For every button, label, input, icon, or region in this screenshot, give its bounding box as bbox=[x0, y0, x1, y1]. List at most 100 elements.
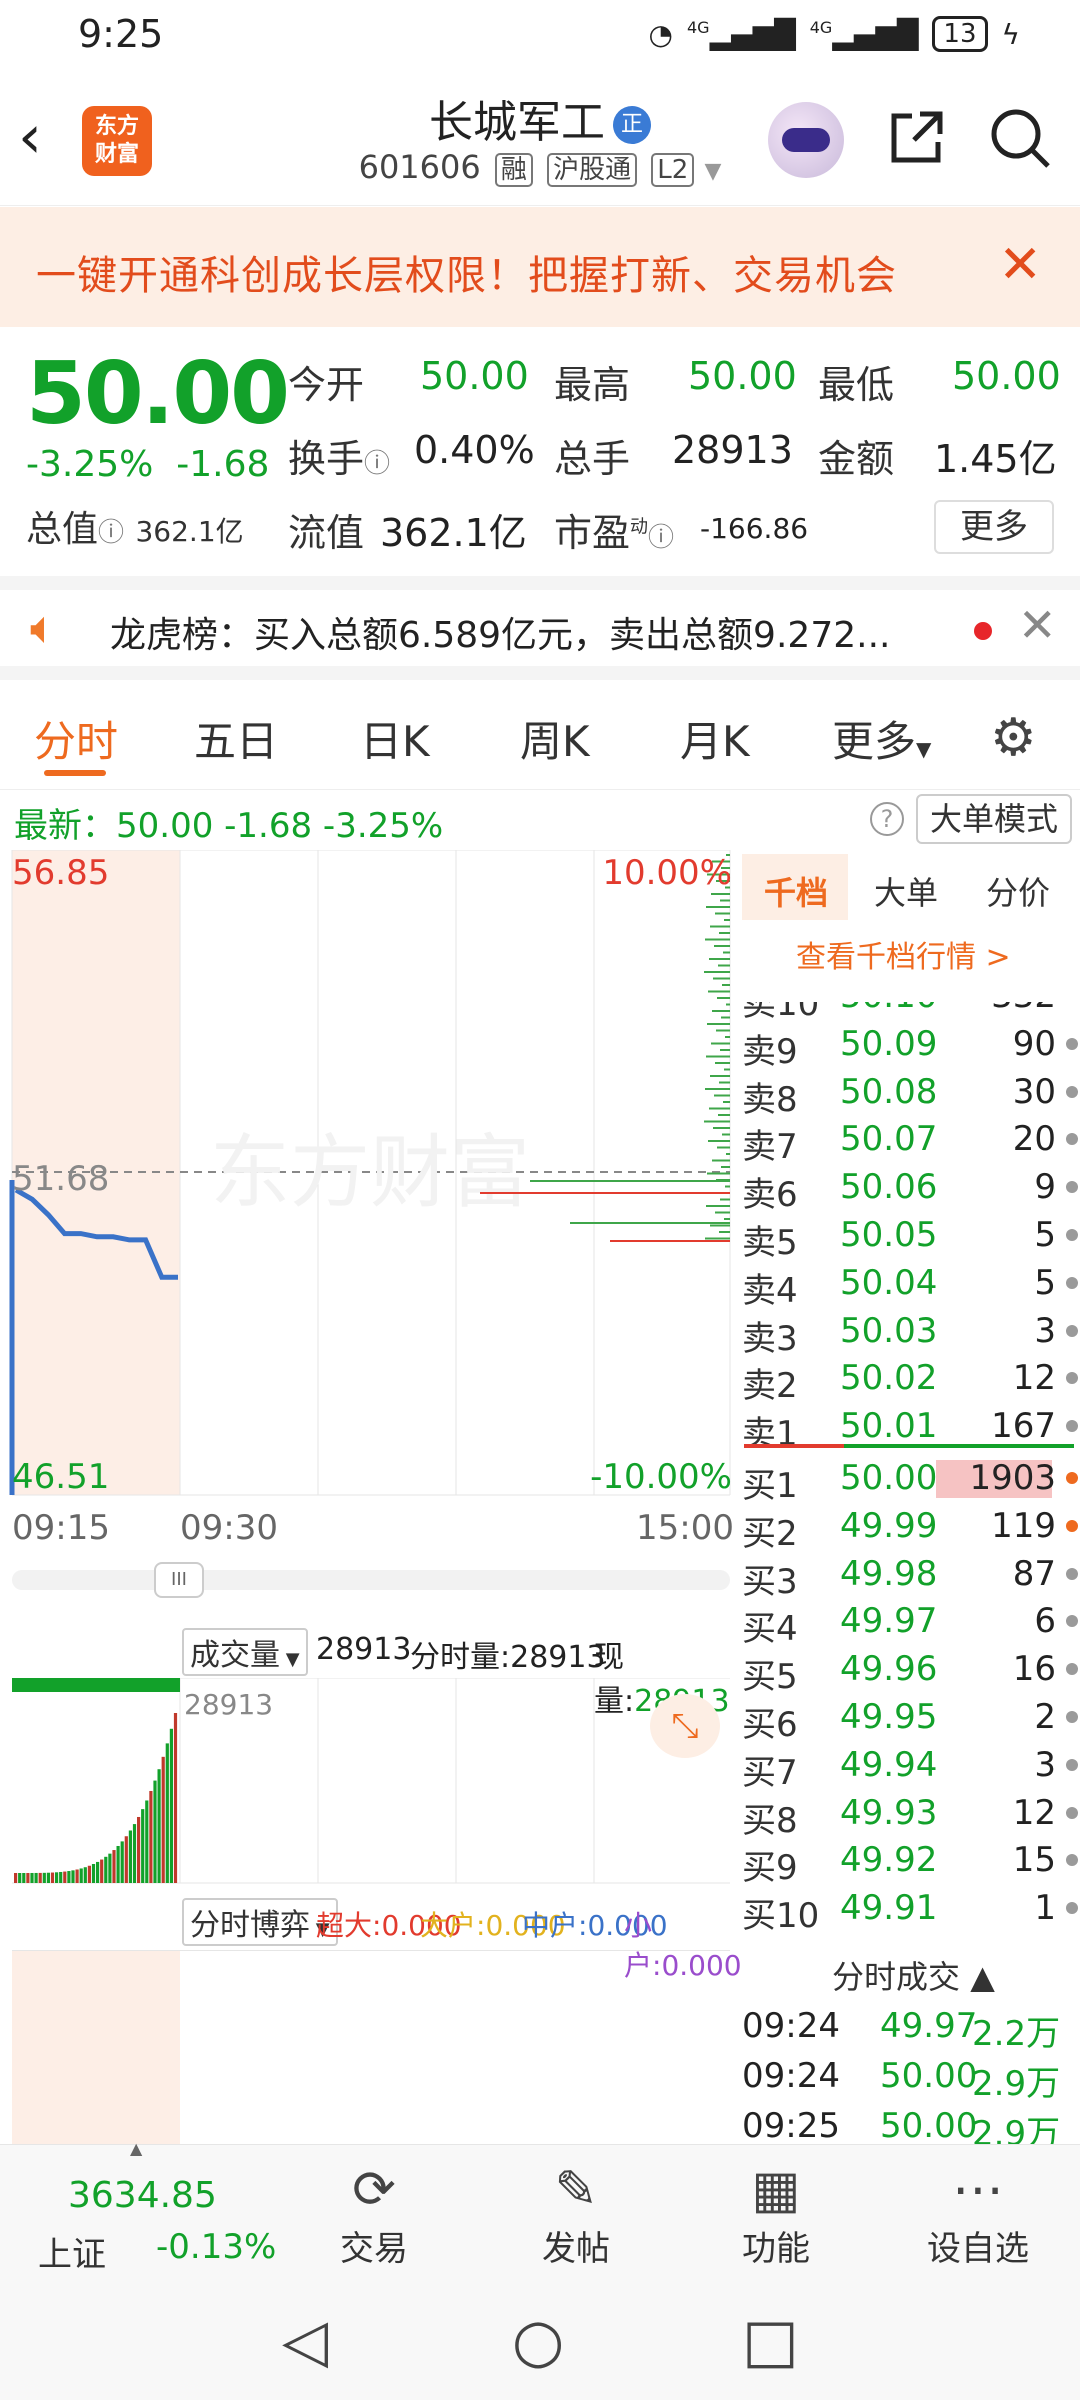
nav-trade[interactable]: ⟳ 交易 bbox=[314, 2159, 434, 2270]
volume-bar bbox=[120, 1841, 124, 1883]
signal-icon-2: 4G▂▄▆█ bbox=[809, 17, 919, 51]
close-icon[interactable]: ✕ bbox=[1018, 598, 1057, 652]
tab-monthly-k[interactable]: 月K bbox=[680, 708, 750, 769]
status-dot bbox=[1066, 1663, 1078, 1676]
ask-row[interactable]: 卖8 50.08 30 bbox=[740, 1072, 1080, 1120]
depth-bar bbox=[721, 1166, 730, 1168]
ask-volume: 20 bbox=[1012, 1119, 1056, 1160]
expand-icon[interactable]: ⤡ bbox=[650, 1694, 720, 1758]
ask-volume: 9 bbox=[1034, 1167, 1056, 1208]
volume-selector[interactable]: 成交量 ▼ bbox=[182, 1628, 308, 1676]
ask-label: 卖10 bbox=[742, 984, 820, 1024]
price-change: -3.25% -1.68 bbox=[26, 444, 270, 485]
close-icon[interactable]: ✕ bbox=[998, 235, 1042, 295]
tab-weekly-k[interactable]: 周K bbox=[520, 708, 590, 769]
notice-bar[interactable]: 🔈︎ 龙虎榜：买入总额6.589亿元，卖出总额9.272... ✕ bbox=[0, 576, 1080, 680]
trades-title[interactable]: 分时成交 ▲ bbox=[832, 1952, 995, 1998]
depth-bar bbox=[710, 1075, 730, 1077]
nav-add-watchlist[interactable]: ⋯ 设自选 bbox=[918, 2159, 1038, 2270]
ask-row[interactable]: 卖5 50.05 5 bbox=[740, 1215, 1080, 1263]
settings-gear-icon[interactable]: ⚙ bbox=[990, 708, 1037, 768]
depth-bar bbox=[722, 1133, 730, 1136]
book-tab-thousand[interactable]: 千档 bbox=[764, 868, 828, 914]
bid-row[interactable]: 买10 49.91 1 bbox=[740, 1888, 1080, 1936]
volume-bar bbox=[161, 1756, 165, 1883]
bid-volume: 2 bbox=[1034, 1697, 1056, 1737]
back-triangle-icon[interactable]: ◁ bbox=[282, 2306, 328, 2376]
help-icon[interactable]: ? bbox=[870, 802, 904, 836]
index-value[interactable]: 3634.85 bbox=[68, 2175, 217, 2216]
ask-row[interactable]: 卖10 50.10 332 bbox=[740, 984, 1080, 1024]
index-name[interactable]: 上证 bbox=[38, 2227, 106, 2276]
amount-label: 金额 bbox=[818, 437, 895, 481]
status-bar: 9:25 ◔ 4G▂▄▆█ 4G▂▄▆█ 13 ϟ bbox=[0, 0, 1080, 72]
bid-row[interactable]: 买4 49.97 6 bbox=[740, 1601, 1080, 1649]
bid-row[interactable]: 买6 49.95 2 bbox=[740, 1697, 1080, 1745]
volume-bar bbox=[137, 1816, 141, 1883]
assistant-avatar-icon[interactable] bbox=[768, 102, 844, 178]
share-icon[interactable] bbox=[886, 106, 948, 182]
ask-row[interactable]: 卖2 50.02 12 bbox=[740, 1358, 1080, 1406]
recents-square-icon[interactable]: □ bbox=[742, 2306, 799, 2376]
status-dot bbox=[1066, 1085, 1078, 1098]
time-scrollbar[interactable] bbox=[12, 1570, 730, 1590]
status-dot bbox=[1066, 1324, 1078, 1337]
volume-bar bbox=[128, 1830, 132, 1883]
tab-intraday[interactable]: 分时 bbox=[34, 708, 118, 769]
ask-price: 50.01 bbox=[840, 1406, 938, 1447]
scroll-handle[interactable]: III bbox=[154, 1562, 204, 1598]
depth-bar bbox=[711, 1042, 730, 1045]
volume-bar bbox=[18, 1872, 22, 1883]
status-dot bbox=[1066, 1420, 1078, 1433]
search-icon[interactable] bbox=[988, 106, 1052, 184]
bid-row[interactable]: 买9 49.92 15 bbox=[740, 1840, 1080, 1888]
ask-volume: 12 bbox=[1012, 1358, 1056, 1399]
ask-row[interactable]: 卖4 50.04 5 bbox=[740, 1263, 1080, 1311]
nav-functions[interactable]: ▦ 功能 bbox=[716, 2159, 836, 2270]
tab-daily-k[interactable]: 日K bbox=[360, 708, 430, 769]
ask-row[interactable]: 卖6 50.06 9 bbox=[740, 1167, 1080, 1215]
status-dot bbox=[1066, 1037, 1078, 1050]
bid-row[interactable]: 买1 50.00 1903 bbox=[740, 1458, 1080, 1506]
bid-row[interactable]: 买7 49.94 3 bbox=[740, 1745, 1080, 1793]
book-tab-big-order[interactable]: 大单 bbox=[874, 868, 938, 914]
intraday-chart[interactable]: 东方财富 56.85 51.68 46.51 10.00% -10.00% bbox=[0, 849, 735, 1510]
order-flow-chart[interactable] bbox=[12, 1950, 730, 2145]
bid-row[interactable]: 买5 49.96 16 bbox=[740, 1649, 1080, 1697]
bid-volume: 1 bbox=[1034, 1888, 1056, 1929]
volume-chart[interactable]: 28913 bbox=[0, 1677, 735, 1884]
big-order-mode-button[interactable]: 大单模式 bbox=[916, 794, 1072, 844]
bid-row[interactable]: 买3 49.98 87 bbox=[740, 1554, 1080, 1602]
nav-post[interactable]: ✎ 发帖 bbox=[516, 2159, 636, 2270]
ask-row[interactable]: 卖7 50.07 20 bbox=[740, 1119, 1080, 1167]
tab-more[interactable]: 更多▼ bbox=[832, 708, 931, 769]
book-tab-price[interactable]: 分价 bbox=[986, 868, 1050, 914]
tag-level2: L2 bbox=[651, 153, 695, 187]
price-chart-svg: 东方财富 56.85 51.68 46.51 10.00% -10.00% bbox=[9, 849, 732, 1497]
open-label: 今开 bbox=[288, 363, 365, 407]
depth-bar bbox=[726, 1003, 730, 1006]
bid-row[interactable]: 买8 49.93 12 bbox=[740, 1793, 1080, 1841]
ask-label: 卖4 bbox=[742, 1270, 798, 1311]
bid-volume: 15 bbox=[1012, 1840, 1056, 1881]
order-flow-selector[interactable]: 分时博弈 ▼ bbox=[182, 1898, 338, 1946]
tag-connect: 沪股通 bbox=[547, 153, 638, 187]
bid-price: 49.94 bbox=[840, 1744, 938, 1785]
volume-axis-max: 28913 bbox=[184, 1688, 273, 1721]
promo-banner[interactable]: 一键开通科创成长层权限！把握打新、交易机会 ✕ bbox=[0, 207, 1080, 327]
view-depth-link[interactable]: 查看千档行情 > bbox=[796, 932, 1011, 976]
order-flow-pre-market-shade bbox=[12, 1951, 180, 2145]
quote-panel: 50.00 -3.25% -1.68 总值ⓘ 362.1亿 今开 50.00 最… bbox=[0, 330, 1080, 570]
status-dot bbox=[1066, 1854, 1078, 1867]
home-circle-icon[interactable]: ○ bbox=[512, 2306, 564, 2376]
ask-row[interactable]: 卖3 50.03 3 bbox=[740, 1311, 1080, 1359]
bid-row[interactable]: 买2 49.99 119 bbox=[740, 1506, 1080, 1554]
tab-five-day[interactable]: 五日 bbox=[194, 708, 278, 769]
ask-row[interactable]: 卖9 50.09 90 bbox=[740, 1024, 1080, 1072]
dropdown-icon[interactable]: ▼ bbox=[704, 159, 721, 184]
more-button[interactable]: 更多 bbox=[934, 500, 1054, 554]
volume-bar bbox=[112, 1850, 116, 1883]
bid-label: 买10 bbox=[742, 1896, 820, 1937]
trade-time: 09:24 bbox=[742, 2056, 840, 2096]
depth-bar bbox=[711, 893, 730, 895]
